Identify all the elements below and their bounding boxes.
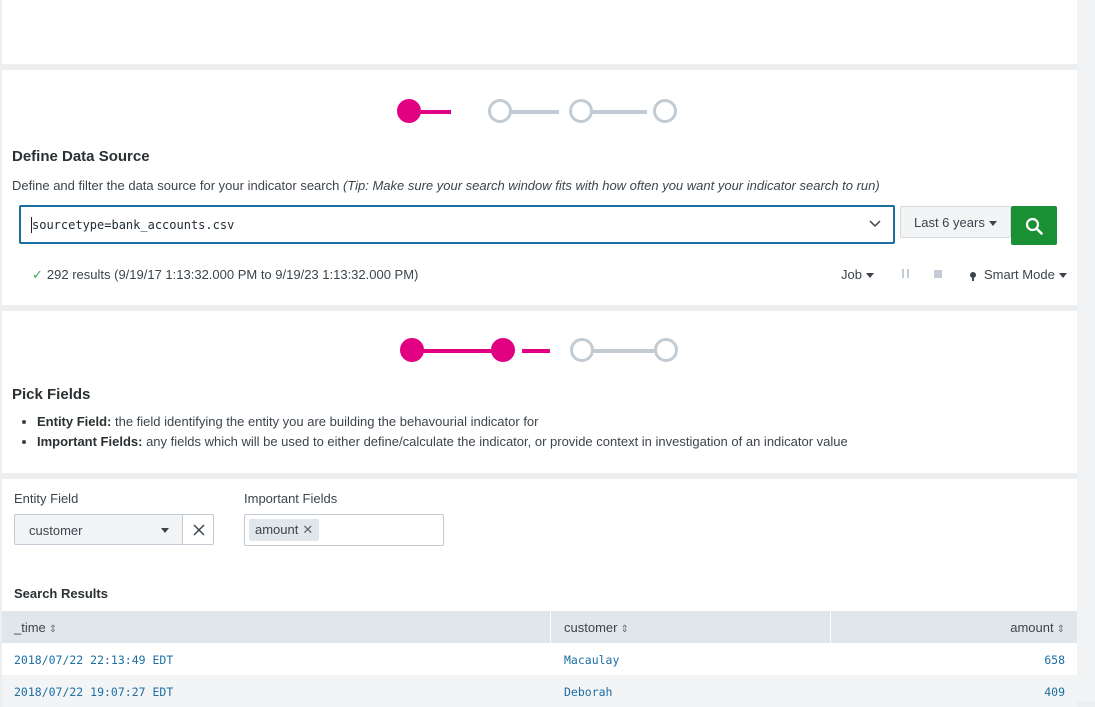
step-2-dot[interactable] — [488, 99, 512, 123]
time-range-picker[interactable]: Last 6 years — [900, 206, 1011, 238]
search-results-title: Search Results — [14, 586, 108, 601]
column-divider — [550, 611, 551, 643]
close-icon — [193, 524, 205, 536]
search-go-button[interactable] — [1011, 206, 1057, 245]
fields-and-results-panel: Entity Field Important Fields customer a… — [2, 479, 1077, 707]
bullet-term: Important Fields: — [37, 434, 143, 449]
define-source-panel: Define Data Source Define and filter the… — [2, 70, 1077, 305]
caret-down-icon — [865, 273, 874, 279]
results-table-header: _time ⇕ customer ⇕ amount ⇕ — [2, 611, 1077, 643]
page-gutter — [1077, 0, 1095, 701]
field-chip-amount[interactable]: amount ✕ — [249, 519, 320, 541]
top-panel — [2, 0, 1077, 64]
column-label: amount — [1010, 620, 1054, 635]
step-2-dot[interactable] — [491, 338, 515, 362]
job-menu[interactable]: Job — [841, 267, 874, 282]
sort-icon: ⇕ — [620, 624, 629, 635]
step-4-dot[interactable] — [653, 99, 677, 123]
define-source-tip: (Tip: Make sure your search window fits … — [342, 178, 880, 193]
stop-icon[interactable] — [934, 270, 942, 278]
sort-icon: ⇕ — [48, 624, 58, 635]
column-header-customer[interactable]: customer ⇕ — [564, 611, 629, 643]
pick-fields-title: Pick Fields — [12, 386, 91, 403]
pick-fields-panel: Pick Fields Entity Field: the field iden… — [2, 311, 1077, 473]
search-status-text: 292 results (9/19/17 1:13:32.000 PM to 9… — [46, 267, 419, 282]
column-divider — [830, 611, 831, 643]
search-mode-menu[interactable]: Smart Mode — [970, 267, 1067, 282]
entity-field-label: Entity Field — [14, 491, 79, 506]
check-icon: ✓ — [32, 267, 43, 282]
search-status: ✓ 292 results (9/19/17 1:13:32.000 PM to … — [32, 267, 418, 283]
column-header-time[interactable]: _time ⇕ — [14, 611, 57, 643]
search-mode-label: Smart Mode — [984, 267, 1055, 282]
sort-icon: ⇕ — [1056, 624, 1065, 635]
wizard-stepper-step1 — [395, 99, 678, 125]
table-row: 2018/07/22 22:13:49 EDT Macaulay 658 — [2, 643, 1077, 675]
caret-down-icon — [161, 528, 169, 533]
cell-time[interactable]: 2018/07/22 19:07:27 EDT — [14, 685, 173, 699]
remove-chip-icon[interactable]: ✕ — [302, 522, 313, 537]
bullet-term: Entity Field: — [37, 414, 112, 429]
table-row: 2018/07/22 19:07:27 EDT Deborah 409 — [2, 675, 1077, 707]
step-1-dot[interactable] — [400, 338, 424, 362]
time-range-label: Last 6 years — [914, 215, 985, 230]
caret-down-icon — [988, 221, 997, 227]
step-3-dot[interactable] — [570, 338, 594, 362]
cell-amount[interactable]: 409 — [1044, 685, 1065, 699]
define-source-description: Define and filter the data source for yo… — [12, 178, 880, 193]
bullet-text: the field identifying the entity you are… — [111, 414, 539, 429]
step-1-dot[interactable] — [397, 99, 421, 123]
cell-amount[interactable]: 658 — [1044, 653, 1065, 667]
clear-entity-button[interactable] — [182, 514, 214, 545]
chip-label: amount — [255, 522, 299, 537]
wizard-stepper-step2 — [398, 338, 681, 364]
important-fields-multiselect[interactable]: amount ✕ — [244, 514, 444, 546]
cell-customer[interactable]: Macaulay — [564, 653, 619, 667]
job-menu-label: Job — [841, 267, 862, 282]
bullet-text: any fields which will be used to either … — [142, 434, 848, 449]
column-label: _time — [14, 620, 46, 635]
list-item: Important Fields: any fields which will … — [37, 432, 848, 452]
caret-down-icon — [1058, 273, 1067, 279]
pick-fields-help-list: Entity Field: the field identifying the … — [12, 412, 848, 452]
column-header-amount[interactable]: amount ⇕ — [1010, 611, 1065, 643]
chevron-down-icon[interactable] — [869, 217, 881, 229]
pause-icon[interactable] — [902, 269, 909, 278]
search-query-text: sourcetype=bank_accounts.csv — [32, 218, 235, 232]
entity-field-value: customer — [29, 523, 83, 538]
search-query-input[interactable]: sourcetype=bank_accounts.csv — [19, 205, 895, 244]
step-4-dot[interactable] — [654, 338, 678, 362]
cell-customer[interactable]: Deborah — [564, 685, 612, 699]
search-icon — [1025, 217, 1043, 235]
list-item: Entity Field: the field identifying the … — [37, 412, 848, 432]
cell-time[interactable]: 2018/07/22 22:13:49 EDT — [14, 653, 173, 667]
step-3-dot[interactable] — [569, 99, 593, 123]
define-source-title: Define Data Source — [12, 148, 150, 165]
important-fields-label: Important Fields — [244, 491, 338, 506]
lightbulb-icon — [970, 272, 976, 281]
entity-field-select[interactable]: customer — [14, 514, 183, 545]
column-label: customer — [564, 620, 618, 635]
